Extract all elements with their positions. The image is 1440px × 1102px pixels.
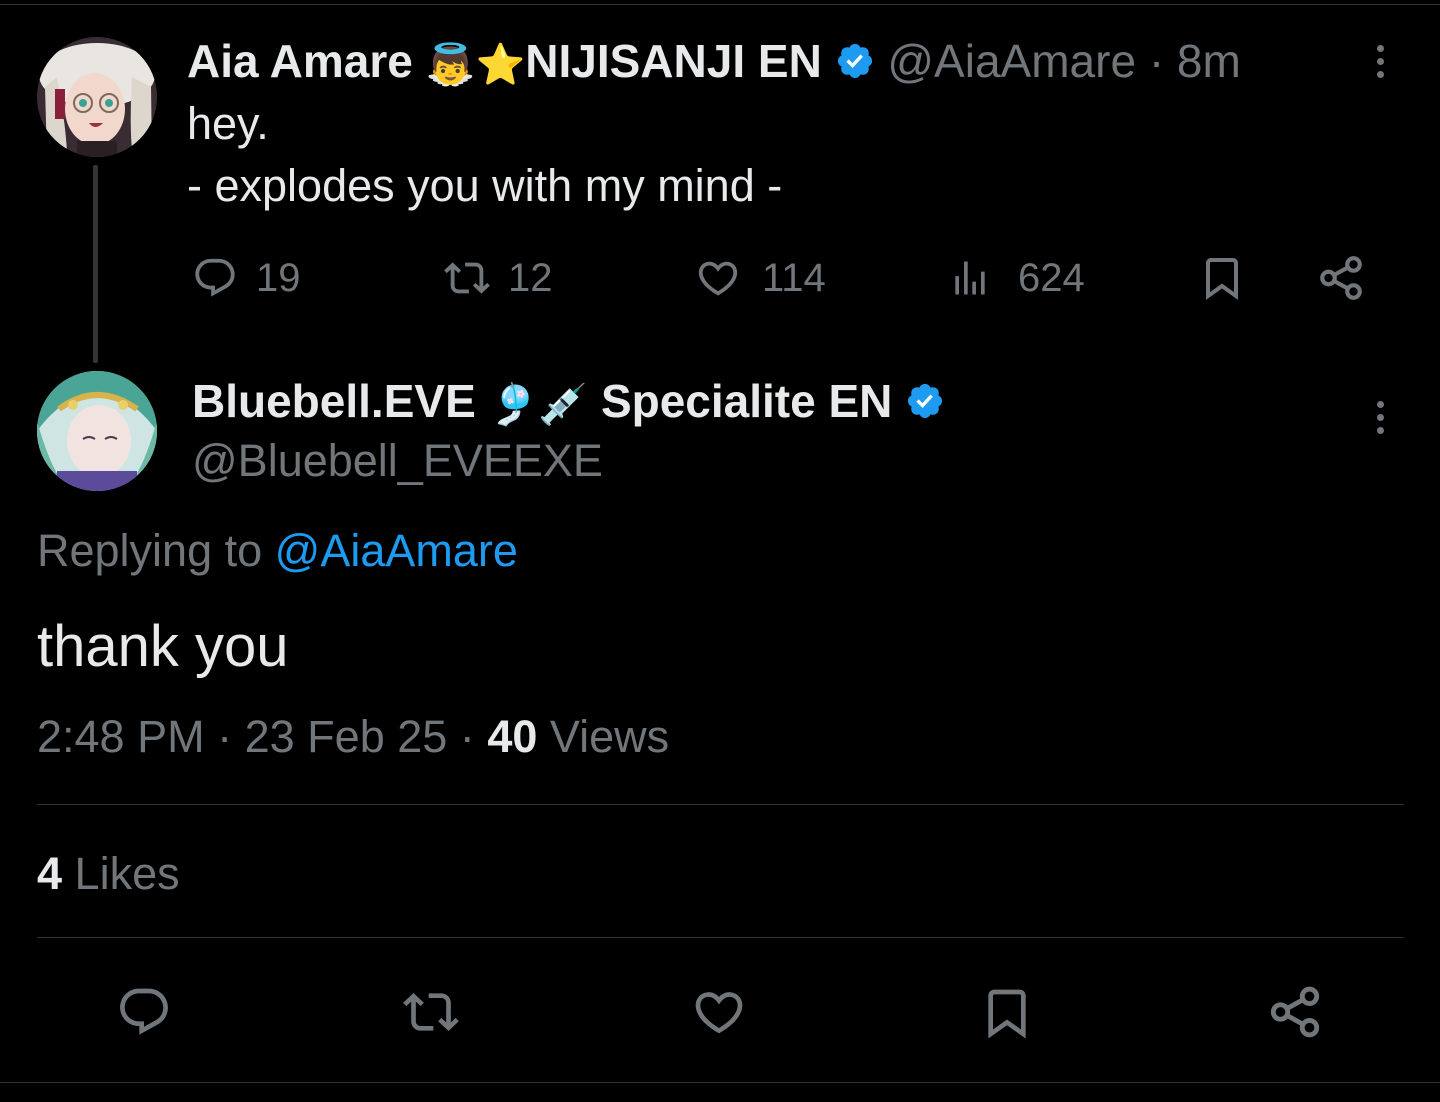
likes-stat[interactable]: 4 Likes: [37, 846, 180, 902]
top-divider: [0, 4, 1440, 5]
aia-reply-button[interactable]: 19: [192, 252, 301, 304]
aia-like-count: 114: [762, 255, 826, 300]
stats-divider-bottom: [37, 937, 1404, 938]
aia-handle[interactable]: @AiaAmare: [887, 35, 1136, 87]
views-icon: [955, 261, 985, 295]
bookmark-icon: [1206, 258, 1238, 300]
replying-prefix: Replying to: [37, 525, 263, 576]
reply-button[interactable]: [116, 984, 172, 1040]
aia-share-button[interactable]: [1316, 252, 1366, 304]
bluebell-display-name[interactable]: Bluebell.EVE: [192, 375, 476, 427]
bookmark-button[interactable]: [979, 984, 1035, 1042]
verified-icon: [905, 375, 945, 435]
reply-date[interactable]: 23 Feb 25: [245, 711, 448, 762]
star-emoji: ⭐: [475, 41, 526, 88]
aia-display-name[interactable]: Aia Amare: [187, 35, 413, 87]
aia-name-suffix: NIJISANJI EN: [525, 35, 822, 87]
aia-post-time[interactable]: 8m: [1177, 35, 1241, 87]
likes-count: 4: [37, 848, 63, 899]
like-icon: [698, 261, 738, 296]
aia-text-line-2: - explodes you with my mind -: [187, 160, 783, 211]
aia-avatar[interactable]: [37, 37, 157, 157]
share-icon: [1320, 256, 1362, 300]
replying-to-link[interactable]: @AiaAmare: [275, 525, 518, 576]
retweet-button[interactable]: [398, 984, 464, 1040]
wind-chime-emoji: 🎐: [488, 381, 539, 428]
aia-more-icon[interactable]: [1375, 45, 1385, 84]
aia-reply-count: 19: [256, 255, 301, 300]
bluebell-handle[interactable]: @Bluebell_EVEEXE: [192, 433, 603, 489]
aia-views-button[interactable]: 624: [948, 252, 1085, 304]
replying-to-line: Replying to @AiaAmare: [37, 523, 518, 579]
aia-retweet-button[interactable]: 12: [440, 252, 553, 304]
angel-emoji: 👼: [425, 41, 476, 88]
aia-bookmark-button[interactable]: [1198, 252, 1246, 304]
share-icon: [1270, 986, 1320, 1038]
retweet-icon: [403, 993, 459, 1031]
thread-line: [93, 165, 98, 363]
verified-icon: [835, 35, 875, 95]
like-icon: [695, 992, 743, 1034]
aia-views-count: 624: [1018, 255, 1085, 300]
bluebell-name-suffix: Specialite EN: [600, 375, 893, 427]
timestamp-separator: ·: [217, 711, 233, 762]
bluebell-more-icon[interactable]: [1375, 401, 1385, 440]
reply-timestamp: 2:48 PM · 23 Feb 25 · 40 Views: [37, 709, 669, 765]
aia-like-button[interactable]: 114: [694, 252, 826, 304]
reply-icon: [120, 988, 168, 1035]
handle-separator: ·: [1148, 35, 1165, 87]
bluebell-avatar[interactable]: [37, 371, 157, 491]
reply-text: thank you: [37, 614, 289, 679]
syringe-emoji: 💉: [538, 381, 589, 428]
like-button[interactable]: [690, 984, 748, 1040]
stats-divider-top: [37, 804, 1404, 805]
aia-header: Aia Amare 👼⭐NIJISANJI EN @AiaAmare · 8m: [187, 31, 1241, 95]
aia-retweet-count: 12: [508, 255, 553, 300]
views-count: 40: [487, 711, 538, 762]
views-separator: ·: [459, 711, 475, 762]
reply-time[interactable]: 2:48 PM: [37, 711, 205, 762]
bottom-divider: [0, 1082, 1440, 1083]
bookmark-icon: [988, 989, 1026, 1039]
views-label: Views: [549, 711, 670, 762]
bluebell-header: Bluebell.EVE 🎐💉 Specialite EN: [192, 371, 945, 435]
retweet-icon: [444, 262, 490, 294]
reply-icon: [195, 258, 235, 297]
share-button[interactable]: [1266, 982, 1324, 1042]
aia-text-line-1: hey.: [187, 98, 269, 149]
likes-label: Likes: [74, 848, 180, 899]
